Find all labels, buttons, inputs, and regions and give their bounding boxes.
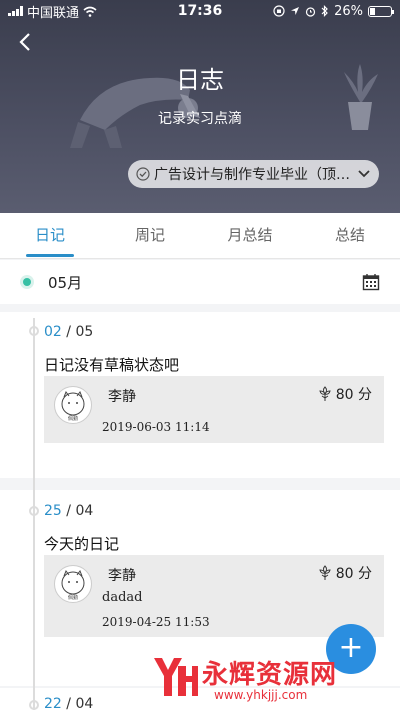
lock-rotation-icon bbox=[273, 5, 285, 17]
wifi-icon bbox=[83, 6, 97, 17]
battery-icon bbox=[368, 5, 394, 17]
score-badge: 80 分 bbox=[317, 384, 372, 404]
flower-icon bbox=[319, 565, 331, 580]
alarm-icon bbox=[305, 6, 316, 17]
avatar: 佩勤 bbox=[54, 565, 92, 603]
author-name: 李静 bbox=[108, 568, 136, 584]
back-icon[interactable] bbox=[14, 30, 38, 54]
timeline-dot bbox=[20, 275, 34, 289]
entry-month: 04 bbox=[75, 696, 94, 710]
month-label: 05月 bbox=[48, 273, 83, 292]
score-value: 80 分 bbox=[335, 387, 372, 403]
calendar-icon[interactable] bbox=[362, 273, 380, 291]
diary-entry[interactable]: 02 / 05 日记没有草稿状态吧 佩勤 李静 80 分 2019-06-03 … bbox=[0, 312, 400, 478]
entry-time: 2019-06-03 11:14 bbox=[102, 420, 210, 434]
watermark-url: www.yhkjjj.com bbox=[214, 688, 308, 702]
entry-date: 02 / 05 bbox=[44, 324, 94, 340]
timeline-line bbox=[33, 318, 35, 710]
avatar-caption: 佩勤 bbox=[68, 415, 78, 422]
tab-monthly-summary[interactable]: 月总结 bbox=[200, 213, 300, 258]
entry-title: 日记没有草稿状态吧 bbox=[44, 356, 180, 374]
entry-detail-card: 佩勤 李静 80 分 dadad 2019-04-25 11:53 bbox=[44, 555, 384, 637]
avatar-caption: 佩勤 bbox=[68, 594, 78, 601]
bluetooth-icon bbox=[321, 5, 328, 17]
entry-detail-card: 佩勤 李静 80 分 2019-06-03 11:14 bbox=[44, 376, 384, 443]
entry-month: 04 bbox=[75, 503, 94, 519]
check-circle-icon bbox=[136, 167, 150, 181]
tab-weekly[interactable]: 周记 bbox=[100, 213, 200, 258]
score-value: 80 分 bbox=[335, 566, 372, 582]
battery-percent: 26% bbox=[334, 3, 363, 19]
entry-date: 22 / 04 bbox=[44, 696, 94, 710]
chevron-down-icon bbox=[358, 170, 370, 178]
carrier-label: 中国联通 bbox=[27, 5, 80, 21]
flower-icon bbox=[319, 386, 331, 401]
header-banner: 中国联通 17:36 26% 日志 记录实习点滴 广告设计与制作专业毕业（顶岗实… bbox=[0, 0, 400, 213]
entry-date: 25 / 04 bbox=[44, 503, 94, 519]
tab-diary[interactable]: 日记 bbox=[0, 213, 100, 258]
signal-icon bbox=[8, 6, 23, 16]
author-name: 李静 bbox=[108, 389, 136, 405]
entry-title: 今天的日记 bbox=[44, 535, 120, 553]
month-header: 05月 bbox=[0, 260, 400, 304]
entry-day: 22 bbox=[44, 696, 62, 710]
tab-bar: 日记 周记 月总结 总结 bbox=[0, 213, 400, 259]
location-icon bbox=[291, 7, 300, 15]
watermark: 永辉资源网 www.yhkjjj.com bbox=[148, 652, 384, 704]
entry-day: 25 bbox=[44, 503, 62, 519]
status-bar: 中国联通 17:36 26% bbox=[0, 0, 400, 22]
watermark-logo bbox=[154, 658, 198, 696]
selector-label: 广告设计与制作专业毕业（顶岗实习） bbox=[154, 167, 353, 183]
score-badge: 80 分 bbox=[317, 563, 372, 583]
entry-month: 05 bbox=[75, 324, 94, 340]
internship-selector[interactable]: 广告设计与制作专业毕业（顶岗实习） bbox=[128, 160, 379, 188]
entry-day: 02 bbox=[44, 324, 62, 340]
entry-time: 2019-04-25 11:53 bbox=[102, 615, 210, 629]
avatar: 佩勤 bbox=[54, 386, 92, 424]
page-title: 日志 bbox=[176, 66, 224, 94]
watermark-text: 永辉资源网 bbox=[202, 660, 338, 690]
page-subtitle: 记录实习点滴 bbox=[158, 111, 242, 127]
entry-content: dadad bbox=[102, 590, 143, 605]
tab-summary[interactable]: 总结 bbox=[300, 213, 400, 258]
